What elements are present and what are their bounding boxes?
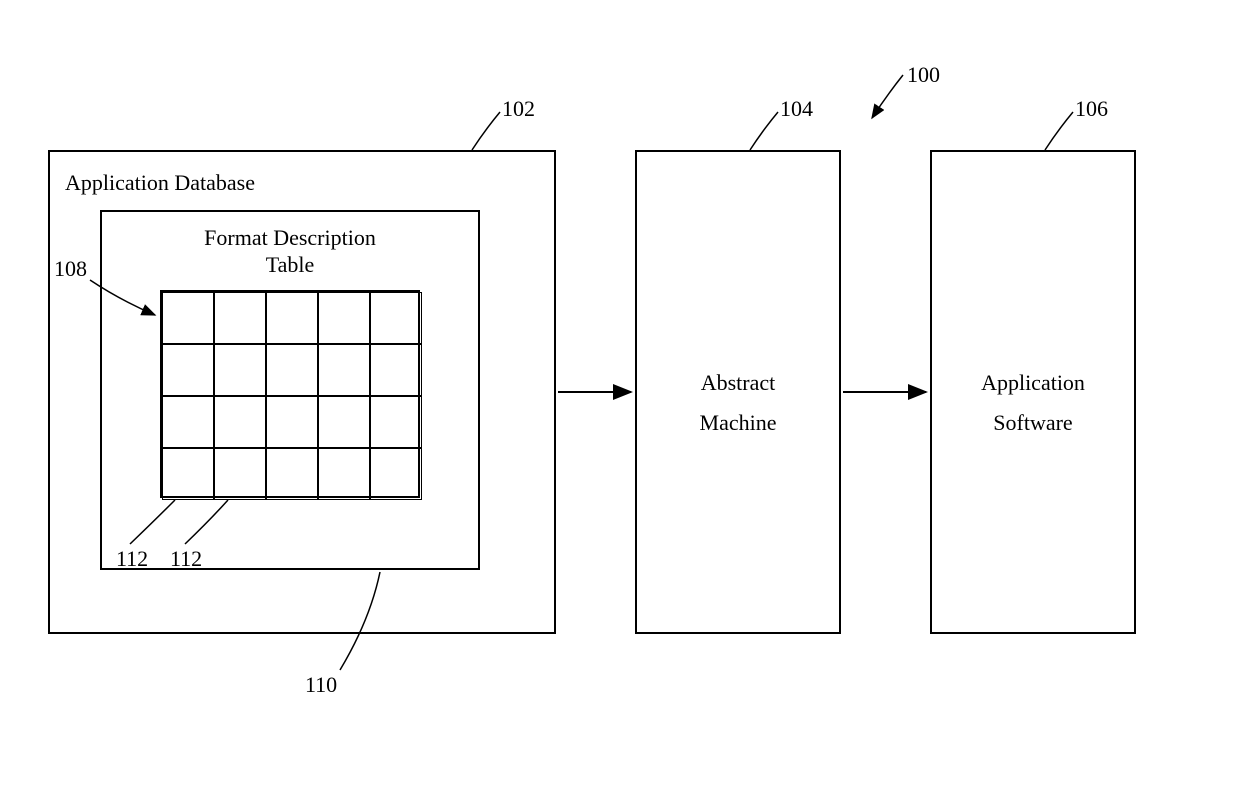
- format-description-label-line2: Table: [180, 252, 400, 278]
- leadline-106: [1045, 112, 1073, 150]
- machine-label: Machine: [635, 410, 841, 436]
- ref-108: 108: [54, 256, 87, 282]
- ref-104: 104: [780, 96, 813, 122]
- leadline-100: [872, 75, 903, 118]
- leadline-104: [750, 112, 778, 150]
- abstract-label: Abstract: [635, 370, 841, 396]
- application-label: Application: [930, 370, 1136, 396]
- format-description-label-line1: Format Description: [180, 225, 400, 251]
- ref-100: 100: [907, 62, 940, 88]
- table-grid: [160, 290, 420, 498]
- ref-102: 102: [502, 96, 535, 122]
- software-label: Software: [930, 410, 1136, 436]
- ref-112-a: 112: [116, 546, 148, 572]
- ref-106: 106: [1075, 96, 1108, 122]
- application-database-label: Application Database: [65, 170, 255, 196]
- ref-112-b: 112: [170, 546, 202, 572]
- leadline-102: [472, 112, 500, 150]
- ref-110: 110: [305, 672, 337, 698]
